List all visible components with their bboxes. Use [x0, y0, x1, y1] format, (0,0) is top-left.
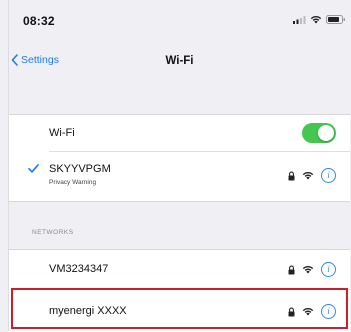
network-icons: i [288, 262, 336, 277]
status-bar: 08:32 [9, 0, 350, 40]
lock-icon [288, 171, 295, 180]
networks-section-header: NETWORKS [32, 229, 74, 236]
lock-icon [288, 307, 295, 316]
settings-screen: 08:32 Settings Wi-Fi Wi-Fi SKYYVPGM Priv… [8, 0, 350, 332]
network-icons: i [288, 304, 336, 319]
network-row-highlighted[interactable]: myenergi XXXX i [9, 290, 350, 332]
wifi-group: Wi-Fi SKYYVPGM Privacy Warning i [9, 114, 350, 202]
network-name: myenergi XXXX [49, 305, 127, 317]
connected-network-icons: i [288, 168, 336, 183]
lock-icon [288, 265, 295, 274]
page-title: Wi-Fi [165, 55, 194, 67]
wifi-label: Wi-Fi [49, 127, 75, 139]
info-icon[interactable]: i [321, 262, 336, 277]
wifi-toggle-row: Wi-Fi [9, 115, 350, 151]
status-time: 08:32 [23, 14, 55, 28]
toggle-knob [318, 125, 334, 141]
connected-network-row[interactable]: SKYYVPGM Privacy Warning i [9, 152, 350, 200]
status-icons [293, 15, 346, 24]
connected-network-name: SKYYVPGM [49, 163, 111, 175]
connected-network-subtitle: Privacy Warning [49, 179, 97, 186]
wifi-toggle[interactable] [302, 123, 336, 143]
wifi-strength-icon [302, 307, 314, 316]
battery-icon [326, 15, 345, 24]
network-name: VM3234347 [49, 263, 109, 275]
cellular-signal-icon [293, 16, 306, 24]
network-row[interactable]: VM3234347 i [9, 250, 350, 289]
wifi-icon [310, 15, 322, 24]
networks-group: VM3234347 i myenergi XXXX i [9, 249, 350, 332]
checkmark-icon [28, 164, 39, 173]
wifi-strength-icon [302, 265, 314, 274]
wifi-strength-icon [302, 171, 314, 180]
info-icon[interactable]: i [321, 304, 336, 319]
navigation-bar: Settings Wi-Fi [9, 50, 350, 76]
info-icon[interactable]: i [321, 168, 336, 183]
